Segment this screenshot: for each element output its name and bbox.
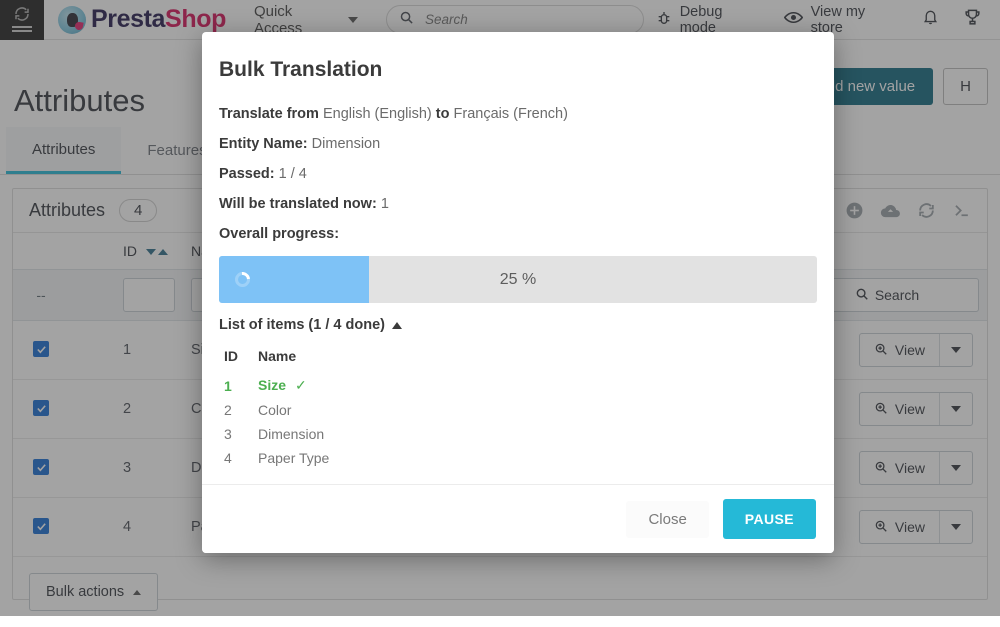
list-of-items-toggle[interactable]: List of items (1 / 4 done) [219,317,817,333]
translate-from-label: Translate from [219,106,319,122]
list-item-name: Paper Type [258,446,338,470]
list-item-id: 1 [224,373,258,398]
bulk-translation-modal: Bulk Translation Translate from English … [202,32,834,553]
items-table: ID Name 1 Size✓ 2 Color 3 Dimension 4 Pa… [224,345,338,470]
source-language: English (English) [323,106,432,122]
overall-progress-label: Overall progress: [219,226,339,242]
will-translate-value: 1 [381,196,389,212]
progress-bar: 25 % [219,256,817,303]
list-item-name: Size✓ [258,373,338,398]
items-body: 1 Size✓ 2 Color 3 Dimension 4 Paper Type [224,373,338,470]
modal-title: Bulk Translation [219,58,817,82]
passed-value: 1 / 4 [279,166,307,182]
list-item: 1 Size✓ [224,373,338,398]
list-item: 4 Paper Type [224,446,338,470]
list-item-id: 3 [224,422,258,446]
will-translate-label: Will be translated now: [219,196,377,212]
list-item-id: 2 [224,398,258,422]
entity-name-label: Entity Name: [219,136,308,152]
pause-button[interactable]: PAUSE [723,499,816,539]
items-col-id: ID [224,345,258,373]
to-label: to [436,106,450,122]
progress-percent-label: 25 % [219,256,817,303]
entity-name-line: Entity Name: Dimension [219,136,817,152]
translate-from-line: Translate from English (English) to Fran… [219,106,817,122]
list-item: 3 Dimension [224,422,338,446]
list-of-items-label: List of items (1 / 4 done) [219,317,385,333]
list-item-name: Dimension [258,422,338,446]
modal-footer: Close PAUSE [202,484,834,553]
modal-body: Bulk Translation Translate from English … [202,32,834,484]
passed-label: Passed: [219,166,275,182]
passed-line: Passed: 1 / 4 [219,166,817,182]
target-language: Français (French) [454,106,568,122]
list-item-id: 4 [224,446,258,470]
list-item-name: Color [258,398,338,422]
list-item: 2 Color [224,398,338,422]
chevron-up-icon [392,322,402,329]
overall-progress-line: Overall progress: [219,226,817,242]
items-col-name: Name [258,345,338,373]
close-button[interactable]: Close [626,501,708,538]
items-header-row: ID Name [224,345,338,373]
done-check-icon: ✓ [295,377,307,393]
entity-name-value: Dimension [312,136,381,152]
will-translate-line: Will be translated now: 1 [219,196,817,212]
